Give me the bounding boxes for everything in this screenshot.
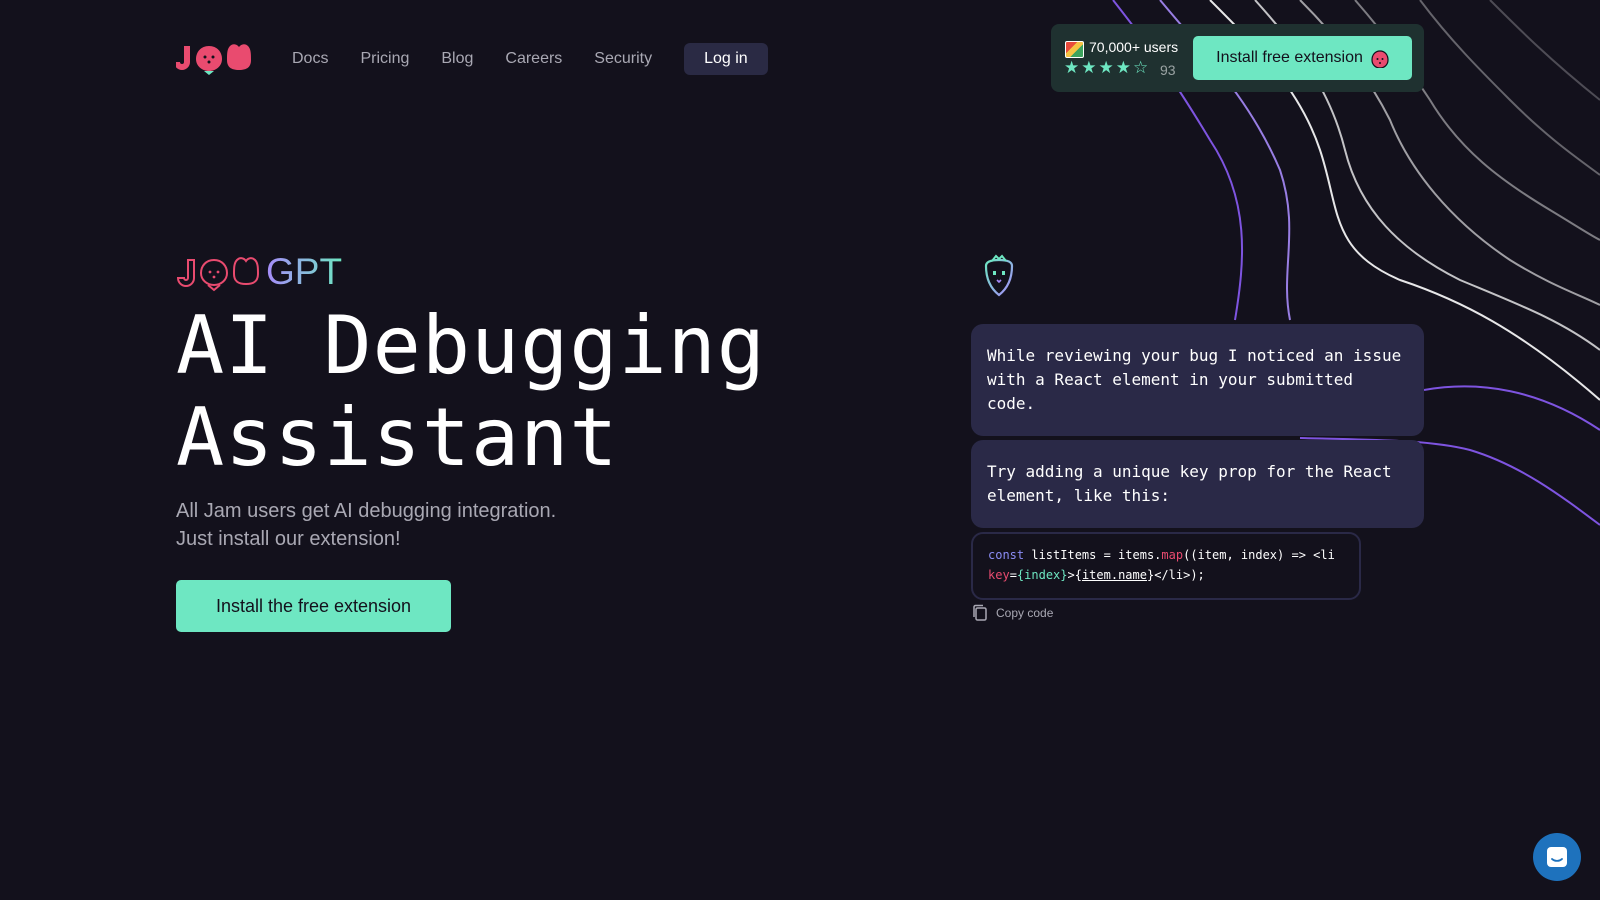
star-icon: ★ xyxy=(1098,58,1116,77)
hero-subtitle-line2: Just install our extension! xyxy=(176,528,401,550)
nav-pricing[interactable]: Pricing xyxy=(360,44,409,74)
code-token: >{ xyxy=(1067,568,1082,582)
rating-stars: ★★★★☆ xyxy=(1064,58,1150,78)
bot-icon xyxy=(984,254,1014,297)
install-free-extension-cta[interactable]: Install the free extension xyxy=(176,580,451,632)
code-token: }</li>); xyxy=(1146,568,1205,582)
install-extension-button[interactable]: Install free extension xyxy=(1193,36,1412,80)
support-chat-button[interactable] xyxy=(1533,833,1581,881)
copy-code-label: Copy code xyxy=(996,606,1054,620)
hero-title-line1: AI Debugging xyxy=(176,299,766,392)
ai-message: While reviewing your bug I noticed an is… xyxy=(971,324,1424,436)
strawberry-icon xyxy=(1371,50,1389,68)
hero-title: AI Debugging Assistant xyxy=(176,300,766,484)
code-token: key xyxy=(988,568,1010,582)
chat-icon xyxy=(1547,847,1567,867)
users-count: 70,000+ users xyxy=(1089,39,1179,55)
jam-outline-logo xyxy=(176,257,260,292)
star-icon: ★ xyxy=(1064,58,1082,77)
extension-card: 70,000+ users ★★★★☆ 93 Install free exte… xyxy=(1051,24,1424,92)
ai-message: Try adding a unique key prop for the Rea… xyxy=(971,440,1424,528)
hero-subtitle: All Jam users get AI debugging integrati… xyxy=(176,497,596,553)
rating-count: 93 xyxy=(1160,62,1176,78)
nav-blog[interactable]: Blog xyxy=(441,44,473,74)
jam-gpt-logo: GPT xyxy=(176,252,342,292)
nav-careers[interactable]: Careers xyxy=(505,44,562,74)
half-star-icon: ☆ xyxy=(1133,58,1151,77)
login-button[interactable]: Log in xyxy=(684,43,768,75)
main-nav: Docs Pricing Blog Careers Security Log i… xyxy=(292,43,768,75)
code-token: {index} xyxy=(1016,568,1068,582)
install-extension-label: Install free extension xyxy=(1216,49,1363,66)
code-token: listItems = items. xyxy=(1024,548,1162,562)
hero-subtitle-line1: All Jam users get AI debugging integrati… xyxy=(176,500,557,522)
copy-code-button[interactable]: Copy code xyxy=(972,604,1053,622)
star-icon: ★ xyxy=(1115,58,1133,77)
hero-title-line2: Assistant xyxy=(176,391,619,484)
code-token: const xyxy=(988,548,1025,562)
code-token: item.name xyxy=(1081,568,1147,582)
copy-icon xyxy=(973,604,987,621)
code-token: = xyxy=(1009,568,1017,582)
code-token: map xyxy=(1161,548,1184,562)
nav-security[interactable]: Security xyxy=(594,44,652,74)
chrome-icon xyxy=(1065,41,1084,58)
star-icon: ★ xyxy=(1081,58,1099,77)
jam-logo[interactable] xyxy=(176,40,256,76)
gpt-label: GPT xyxy=(266,251,343,292)
code-token: ((item, index) => <li xyxy=(1183,548,1335,562)
code-snippet: const listItems = items.map((item, index… xyxy=(971,532,1361,600)
nav-docs[interactable]: Docs xyxy=(292,44,328,74)
